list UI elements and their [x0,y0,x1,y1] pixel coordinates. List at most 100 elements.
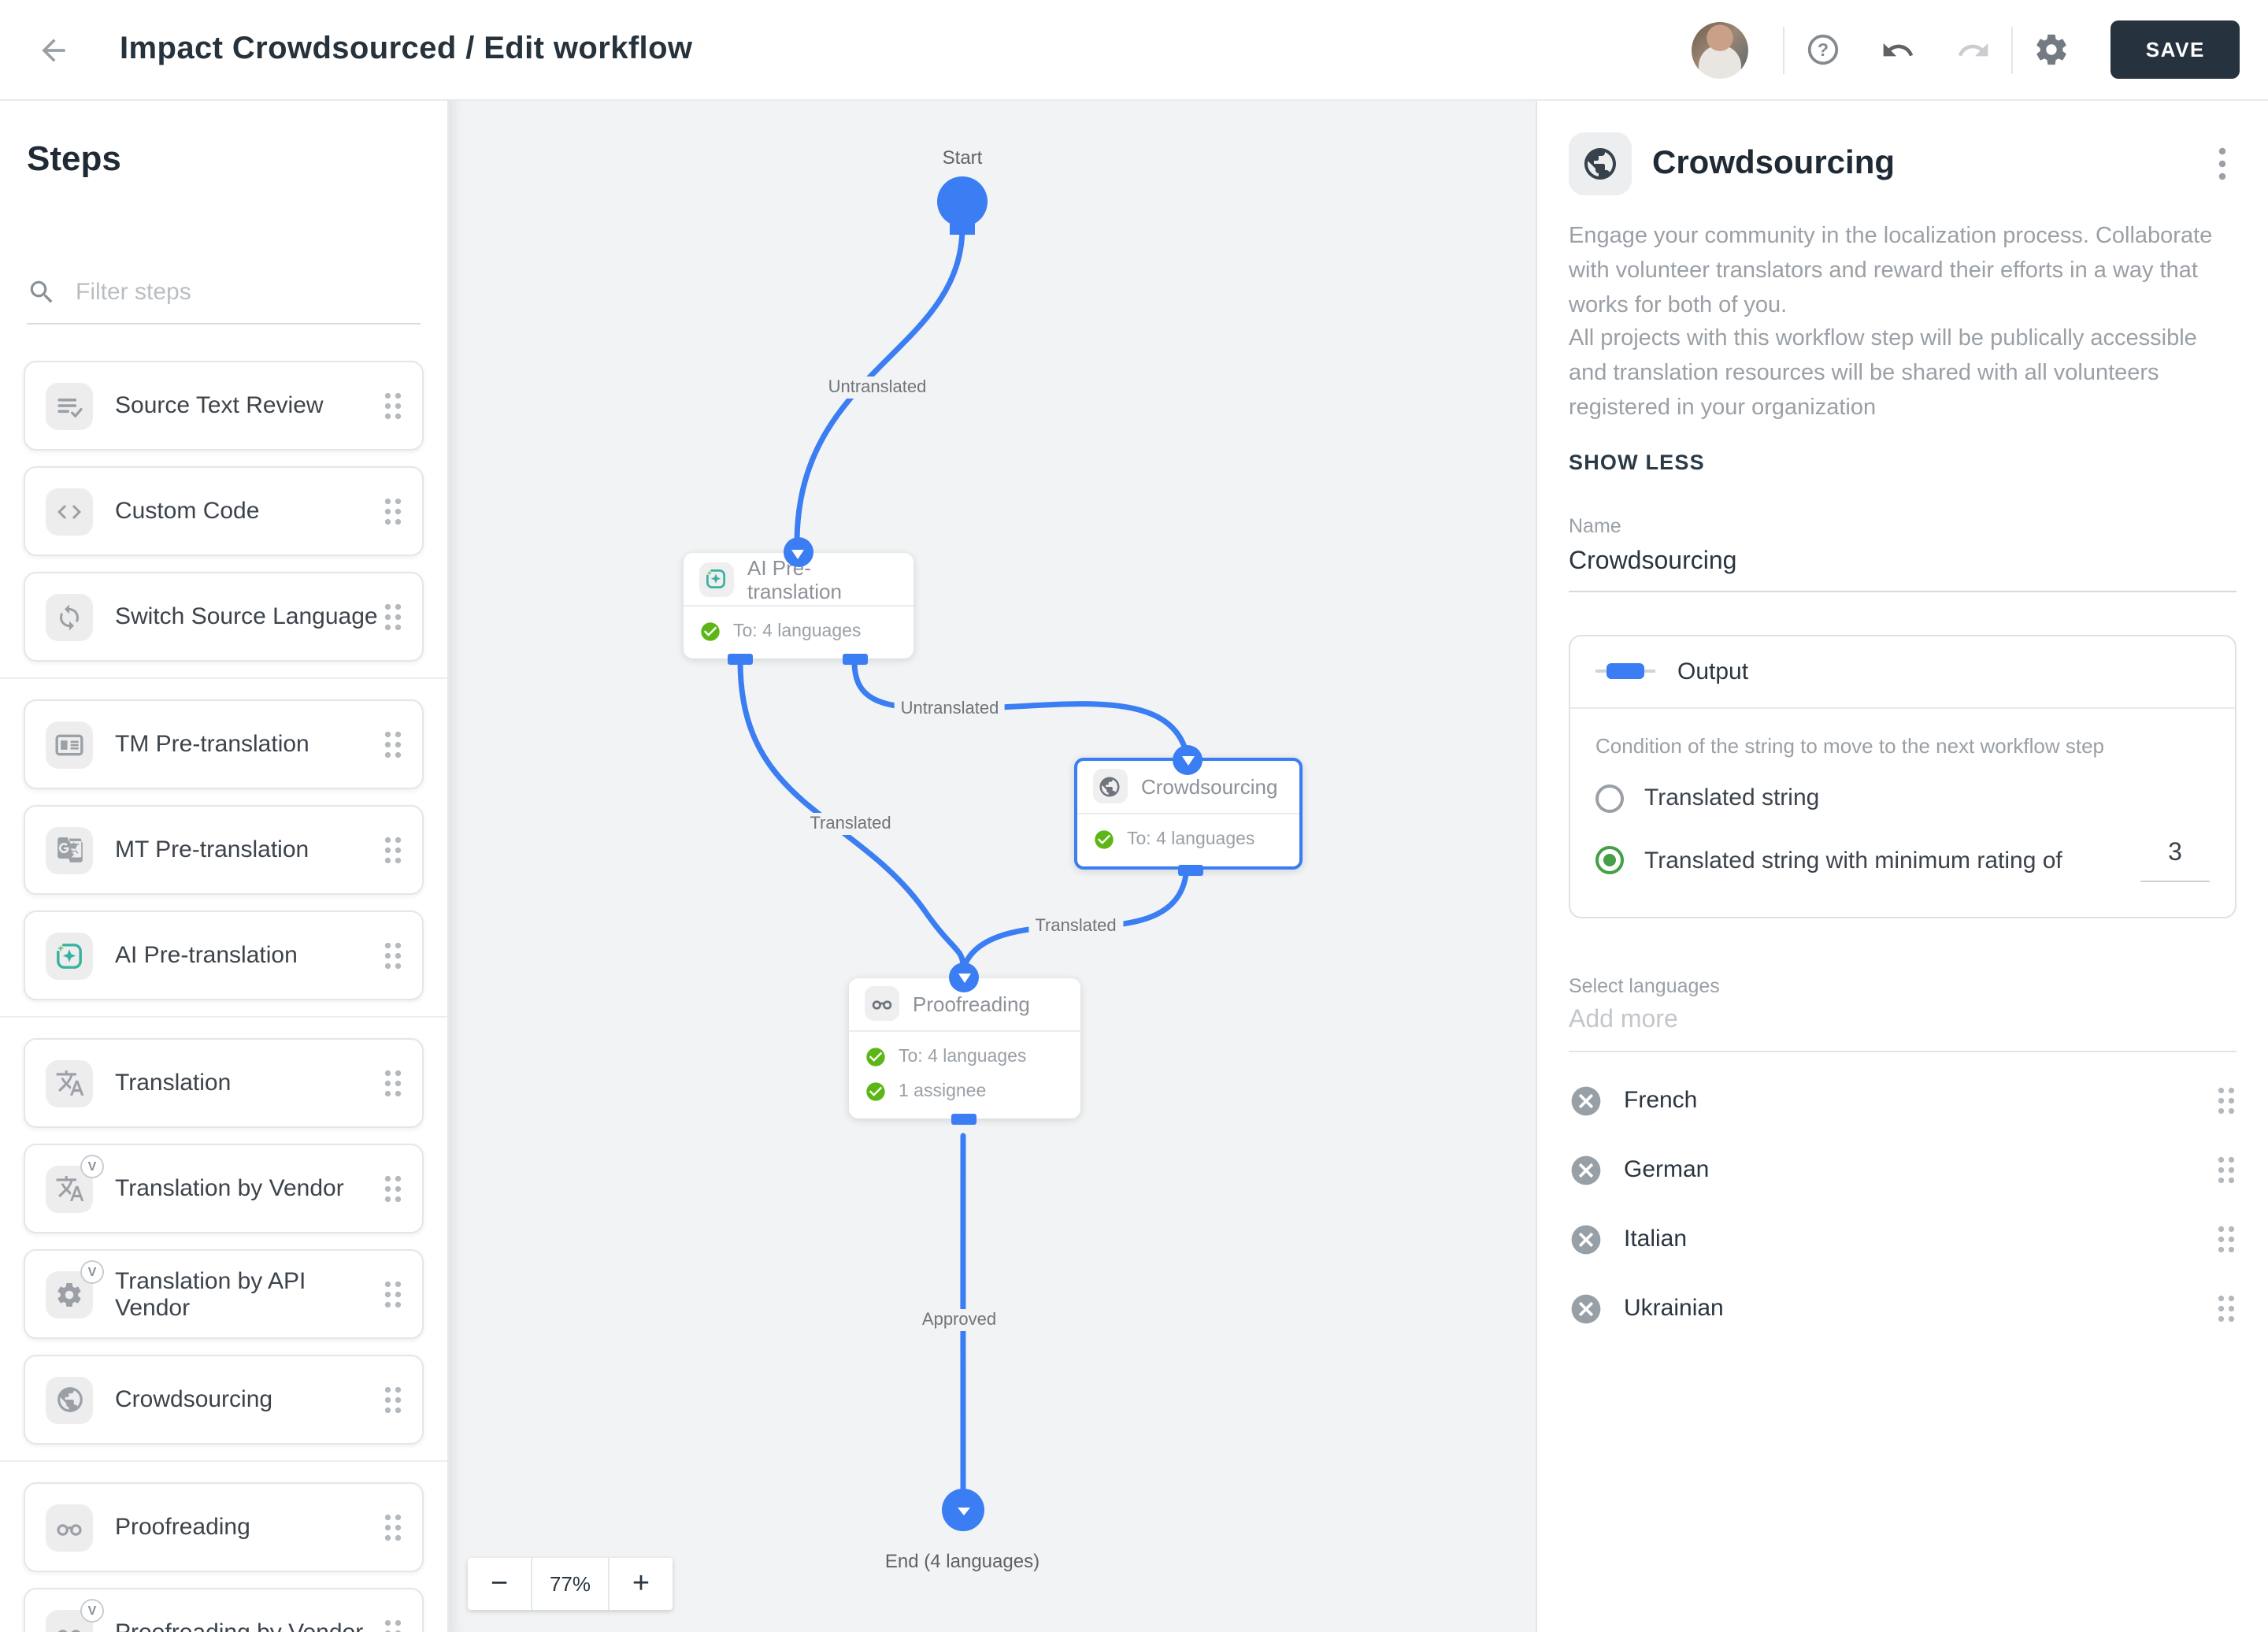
rating-input[interactable] [2140,839,2210,881]
drag-handle[interactable] [383,1385,403,1415]
node-title: AI Pre-translation [747,555,842,603]
edge-label-untranslated: Untranslated [894,698,1006,720]
crowdsourcing-icon [1092,769,1127,803]
show-less-link[interactable]: SHOW LESS [1569,450,1705,473]
edge-label-untranslated: Untranslated [821,376,933,399]
step-item-tm-pre-translation[interactable]: TM Pre-translation [24,699,424,789]
step-label: Source Text Review [115,392,324,419]
drag-handle[interactable] [383,835,403,865]
rating-field [2140,839,2210,881]
vendor-badge: V [80,1154,104,1178]
drag-handle[interactable] [2216,1085,2236,1115]
drag-handle[interactable] [383,1174,403,1204]
workflow-edges [737,224,1190,1492]
option-label: Translated string [1644,784,1820,811]
step-item-translation[interactable]: Translation [24,1038,424,1128]
step-item-switch-source-language[interactable]: Switch Source Language [24,572,424,662]
option-translated-string[interactable]: Translated string [1595,784,2210,812]
remove-language-button[interactable] [1569,1083,1603,1118]
settings-button[interactable] [2020,18,2083,81]
output-connector [951,1113,976,1124]
drag-handle[interactable] [383,1618,403,1632]
kebab-menu-icon[interactable] [2208,145,2236,183]
condition-label: Condition of the string to move to the n… [1595,733,2105,757]
node-row-text: To: 4 languages [733,622,862,641]
canvas-node-ai-pre-translation[interactable]: AI Pre-translation To: 4 languages [683,537,913,665]
arrow-back-icon [36,32,71,67]
step-item-custom-code[interactable]: Custom Code [24,466,424,556]
node-row-text: 1 assignee [899,1081,987,1100]
name-input[interactable] [1569,536,2236,592]
zoom-control: − 77% + [468,1558,673,1610]
drag-handle[interactable] [383,391,403,421]
add-language-input[interactable] [1569,996,2236,1052]
end-node[interactable] [942,1489,984,1531]
step-item-source-text-review[interactable]: Source Text Review [24,361,424,451]
step-item-proofreading[interactable]: Proofreading [24,1482,424,1572]
remove-language-button[interactable] [1569,1291,1603,1326]
drag-handle[interactable] [2216,1293,2236,1323]
drag-handle[interactable] [2216,1224,2236,1254]
zoom-out-button[interactable]: − [468,1558,531,1610]
step-item-translation-by-api-vendor[interactable]: V Translation by API Vendor [24,1249,424,1339]
drag-handle[interactable] [383,940,403,970]
node-body: To: 4 languages [683,605,913,658]
vendor-badge: V [80,1259,104,1283]
canvas-node-crowdsourcing[interactable]: Crowdsourcing To: 4 languages [1073,744,1302,875]
remove-language-button[interactable] [1569,1222,1603,1256]
remove-language-button[interactable] [1569,1152,1603,1187]
step-item-ai-pre-translation[interactable]: AI Pre-translation [24,911,424,1000]
step-item-translation-by-vendor[interactable]: V Translation by Vendor [24,1144,424,1233]
step-label: Custom Code [115,498,260,525]
redo-button[interactable] [1943,18,2006,81]
translation-by-api-vendor-icon: V [46,1259,104,1318]
language-name: Ukrainian [1624,1295,1724,1322]
filter-steps-input[interactable] [76,279,421,306]
radio-selected[interactable] [1595,846,1624,874]
output-title: Output [1677,658,1749,684]
canvas-node-proofreading[interactable]: Proofreading To: 4 languages 1 assignee [848,962,1080,1124]
zoom-in-button[interactable]: + [610,1558,673,1610]
help-button[interactable]: ? [1792,18,1855,81]
radio-unselected[interactable] [1595,784,1624,812]
node-title: Proofreading [913,992,1030,1015]
start-node[interactable] [937,176,988,235]
divider [1783,26,1785,73]
save-button[interactable]: SAVE [2110,20,2240,79]
drag-handle[interactable] [383,729,403,759]
drag-handle[interactable] [383,602,403,632]
language-row-german: German [1569,1146,2236,1193]
workflow-canvas[interactable]: Start Untranslated Untranslated Translat… [449,101,1536,1632]
custom-code-icon [46,488,93,535]
input-connector-icon [783,537,813,567]
option-translated-with-rating[interactable]: Translated string with minimum rating of [1595,839,2210,881]
language-row-ukrainian: Ukrainian [1569,1285,2236,1332]
step-item-proofreading-by-vendor[interactable]: V Proofreading by Vendor [24,1588,424,1632]
avatar[interactable] [1692,21,1749,78]
step-item-crowdsourcing[interactable]: Crowdsourcing [24,1355,424,1445]
language-row-french: French [1569,1077,2236,1124]
drag-handle[interactable] [383,1512,403,1542]
step-settings-panel: Crowdsourcing Engage your community in t… [1536,101,2268,1632]
check-circle-icon [864,1045,886,1067]
panel-header: Crowdsourcing [1569,132,2236,195]
panel-title: Crowdsourcing [1652,145,1896,181]
drag-handle[interactable] [383,1068,403,1098]
description-paragraph: Engage your community in the localizatio… [1569,224,2213,317]
back-button[interactable] [22,18,85,81]
drag-handle[interactable] [2216,1155,2236,1185]
step-item-mt-pre-translation[interactable]: MT Pre-translation [24,805,424,895]
crowdsourcing-icon [1569,132,1632,195]
filter-steps-field [27,277,421,325]
undo-button[interactable] [1867,18,1930,81]
drag-handle[interactable] [383,496,403,526]
language-name: Italian [1624,1226,1688,1252]
group-separator [0,1460,447,1462]
node-title: Crowdsourcing [1141,774,1278,798]
selected-languages-list: French German Italian Ukrainian [1569,1077,2236,1332]
drag-handle[interactable] [383,1279,403,1309]
step-label: Proofreading by Vendor [115,1619,363,1632]
output-connector-icon [1595,663,1655,679]
edge-label-translated: Translated [1028,915,1123,937]
source-text-review-icon [46,382,93,429]
